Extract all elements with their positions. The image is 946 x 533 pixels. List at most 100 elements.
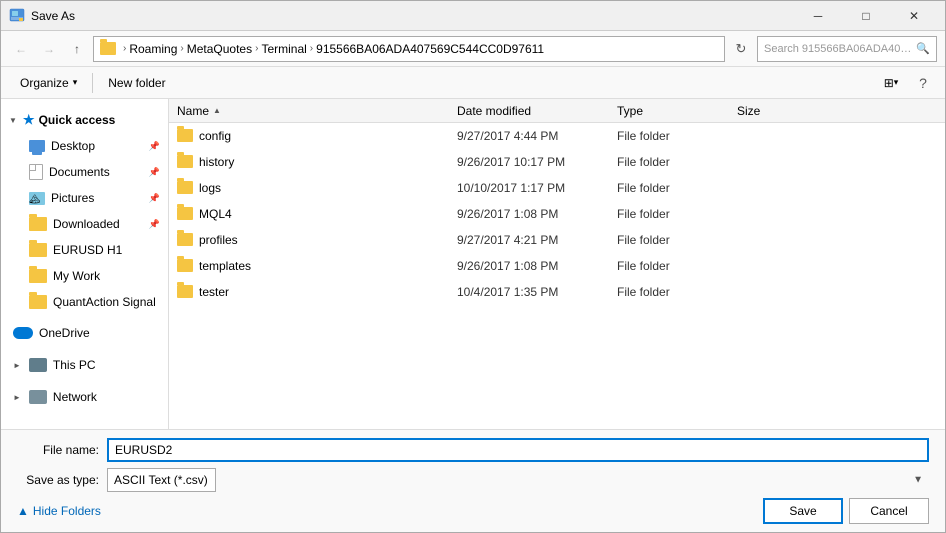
breadcrumb-id[interactable]: 915566BA06ADA407569C544CC0D97611 [316, 42, 544, 56]
quick-access-section: ▼ ★ Quick access Desktop 📌 Documents 📌 P… [1, 107, 168, 315]
organize-chevron: ▾ [73, 77, 78, 88]
pin-icon: 📌 [149, 219, 160, 230]
savetype-row: Save as type: ASCII Text (*.csv) ▼ [17, 468, 929, 492]
mywork-label: My Work [53, 269, 100, 283]
table-row[interactable]: history 9/26/2017 10:17 PM File folder [169, 149, 945, 175]
sidebar-item-thispc[interactable]: ► This PC [1, 351, 168, 379]
breadcrumb-metaquotes[interactable]: MetaQuotes [187, 42, 252, 56]
file-name: logs [199, 181, 221, 195]
onedrive-label: OneDrive [39, 326, 90, 340]
refresh-button[interactable]: ↻ [729, 37, 753, 61]
new-folder-label: New folder [108, 76, 165, 90]
downloaded-label: Downloaded [53, 217, 120, 231]
column-size[interactable]: Size [737, 104, 817, 118]
eurusd-icon [29, 243, 47, 257]
view-arrow: ▾ [894, 77, 899, 88]
sidebar-item-documents[interactable]: Documents 📌 [1, 159, 168, 185]
file-type: File folder [617, 285, 737, 299]
file-name: profiles [199, 233, 238, 247]
folder-icon [177, 155, 193, 168]
sidebar: ▼ ★ Quick access Desktop 📌 Documents 📌 P… [1, 99, 169, 429]
filename-label: File name: [17, 443, 107, 457]
chevron-right-icon: ► [13, 393, 21, 402]
file-list: Name ▲ Date modified Type Size config 9/… [169, 99, 945, 429]
file-type: File folder [617, 181, 737, 195]
save-button[interactable]: Save [763, 498, 843, 524]
table-row[interactable]: templates 9/26/2017 1:08 PM File folder [169, 253, 945, 279]
help-button[interactable]: ? [909, 69, 937, 97]
search-box[interactable]: Search 915566BA06ADA4075... 🔍 [757, 36, 937, 62]
column-type[interactable]: Type [617, 104, 737, 118]
sidebar-item-eurusd[interactable]: EURUSD H1 [1, 237, 168, 263]
thispc-section: ► This PC [1, 351, 168, 379]
sidebar-item-onedrive[interactable]: OneDrive [1, 319, 168, 347]
sort-arrow-icon: ▲ [213, 106, 221, 115]
quantaction-label: QuantAction Signal [53, 295, 156, 309]
toolbar-separator [92, 73, 93, 93]
cancel-button[interactable]: Cancel [849, 498, 929, 524]
table-row[interactable]: tester 10/4/2017 1:35 PM File folder [169, 279, 945, 305]
file-rows-container: config 9/27/2017 4:44 PM File folder his… [169, 123, 945, 305]
filename-input[interactable] [107, 438, 929, 462]
sidebar-item-network[interactable]: ► Network [1, 383, 168, 411]
desktop-label: Desktop [51, 139, 95, 153]
folder-icon [177, 129, 193, 142]
breadcrumb-terminal[interactable]: Terminal [261, 42, 306, 56]
file-date: 9/27/2017 4:44 PM [457, 129, 617, 143]
back-button[interactable]: ← [9, 37, 33, 61]
sidebar-item-downloaded[interactable]: Downloaded 📌 [1, 211, 168, 237]
dialog-title: Save As [31, 9, 795, 23]
file-name: MQL4 [199, 207, 232, 221]
downloaded-icon [29, 217, 47, 231]
chevron-down-icon: ▼ [9, 116, 17, 125]
file-type: File folder [617, 155, 737, 169]
file-type: File folder [617, 233, 737, 247]
file-date: 10/10/2017 1:17 PM [457, 181, 617, 195]
eurusd-label: EURUSD H1 [53, 243, 122, 257]
pictures-label: Pictures [51, 191, 94, 205]
file-name: config [199, 129, 231, 143]
organize-label: Organize [20, 76, 69, 90]
up-button[interactable]: ↑ [65, 37, 89, 61]
documents-icon [29, 164, 43, 180]
close-button[interactable]: ✕ [891, 1, 937, 31]
mywork-icon [29, 269, 47, 283]
search-placeholder: Search 915566BA06ADA4075... [764, 43, 914, 55]
breadcrumb-roaming[interactable]: Roaming [129, 42, 177, 56]
column-date[interactable]: Date modified [457, 104, 617, 118]
sidebar-item-desktop[interactable]: Desktop 📌 [1, 133, 168, 159]
table-row[interactable]: config 9/27/2017 4:44 PM File folder [169, 123, 945, 149]
onedrive-section: OneDrive [1, 319, 168, 347]
new-folder-button[interactable]: New folder [97, 69, 176, 97]
sidebar-item-quantaction[interactable]: QuantAction Signal [1, 289, 168, 315]
chevron-up-icon: ▲ [17, 504, 29, 518]
folder-icon [177, 233, 193, 246]
sidebar-item-pictures[interactable]: Pictures 📌 [1, 185, 168, 211]
maximize-button[interactable]: □ [843, 1, 889, 31]
table-row[interactable]: profiles 9/27/2017 4:21 PM File folder [169, 227, 945, 253]
file-date: 9/26/2017 10:17 PM [457, 155, 617, 169]
file-type: File folder [617, 129, 737, 143]
folder-icon [177, 259, 193, 272]
sidebar-item-mywork[interactable]: My Work [1, 263, 168, 289]
savetype-select[interactable]: ASCII Text (*.csv) [107, 468, 216, 492]
column-name[interactable]: Name ▲ [177, 104, 457, 118]
file-list-header: Name ▲ Date modified Type Size [169, 99, 945, 123]
table-row[interactable]: logs 10/10/2017 1:17 PM File folder [169, 175, 945, 201]
pin-icon: 📌 [149, 193, 160, 204]
quick-access-header[interactable]: ▼ ★ Quick access [1, 107, 168, 133]
file-type: File folder [617, 207, 737, 221]
select-arrow-icon: ▼ [913, 475, 923, 486]
hide-folders-button[interactable]: ▲ Hide Folders [17, 504, 101, 518]
organize-button[interactable]: Organize ▾ [9, 69, 88, 97]
file-type: File folder [617, 259, 737, 273]
minimize-button[interactable]: ─ [795, 1, 841, 31]
view-icon: ⊞ [884, 76, 894, 90]
breadcrumb[interactable]: › Roaming › MetaQuotes › Terminal › 9155… [93, 36, 725, 62]
table-row[interactable]: MQL4 9/26/2017 1:08 PM File folder [169, 201, 945, 227]
view-button[interactable]: ⊞ ▾ [875, 69, 907, 97]
toolbar: Organize ▾ New folder ⊞ ▾ ? [1, 67, 945, 99]
savetype-label: Save as type: [17, 473, 107, 487]
forward-button[interactable]: → [37, 37, 61, 61]
cancel-label: Cancel [870, 504, 907, 518]
